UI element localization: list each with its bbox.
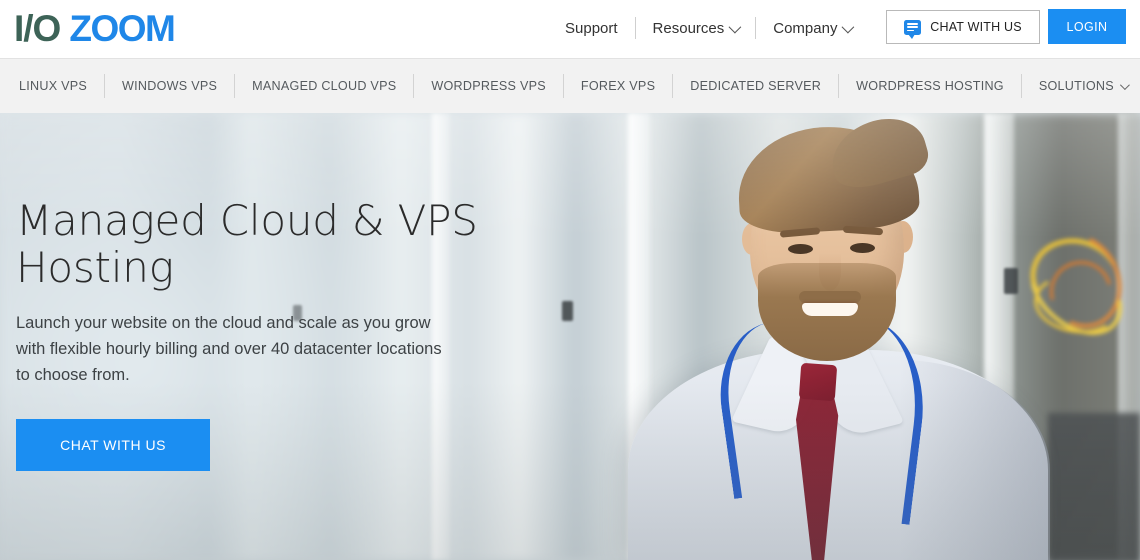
hero-chat-with-us-button[interactable]: CHAT WITH US [16, 419, 210, 471]
chevron-down-icon [842, 20, 855, 33]
chat-bubble-icon [904, 19, 922, 39]
chat-with-us-button[interactable]: CHAT WITH US [886, 10, 1040, 44]
subnav-item-linux-vps-label: LINUX VPS [19, 79, 88, 93]
nav-item-company[interactable]: Company [756, 20, 868, 37]
nav-item-company-label: Company [773, 19, 838, 37]
subnav-item-forex-vps[interactable]: FOREX VPS [564, 79, 672, 93]
chat-with-us-label: CHAT WITH US [930, 20, 1022, 34]
logo-text-zoom: ZOOM [69, 8, 175, 49]
nav-item-resources-label: Resources [652, 19, 725, 37]
subnav-item-solutions-label: SOLUTIONS [1038, 79, 1114, 93]
hero-title: Managed Cloud & VPS Hosting [16, 197, 486, 291]
chevron-down-icon [1119, 79, 1130, 90]
login-button[interactable]: LOGIN [1048, 9, 1126, 44]
subnav-item-dedicated-server[interactable]: DEDICATED SERVER [673, 79, 838, 93]
nav-item-resources[interactable]: Resources [636, 20, 756, 37]
subnav-item-wordpress-vps[interactable]: WORDPRESS VPS [414, 79, 563, 93]
secondary-nav: LINUX VPS WINDOWS VPS MANAGED CLOUD VPS … [0, 58, 1140, 113]
nav-item-support-label: Support [565, 19, 618, 37]
hero-section: Managed Cloud & VPS Hosting Launch your … [0, 113, 1140, 560]
subnav-item-windows-vps-label: WINDOWS VPS [122, 79, 218, 93]
chevron-down-icon [728, 20, 742, 33]
hero-subtitle: Launch your website on the cloud and sca… [16, 314, 442, 384]
subnav-item-windows-vps[interactable]: WINDOWS VPS [105, 79, 234, 93]
subnav-item-forex-vps-label: FOREX VPS [580, 79, 656, 93]
subnav-item-wordpress-vps-label: WORDPRESS VPS [431, 79, 546, 93]
subnav-item-managed-cloud-vps[interactable]: MANAGED CLOUD VPS [235, 79, 413, 93]
subnav-item-managed-cloud-vps-label: MANAGED CLOUD VPS [252, 79, 397, 93]
nav-item-support[interactable]: Support [548, 20, 635, 37]
subnav-item-solutions[interactable]: SOLUTIONS [1022, 79, 1140, 93]
subnav-item-linux-vps[interactable]: LINUX VPS [2, 79, 104, 93]
hero-title-line1: Managed Cloud & VPS [16, 196, 478, 245]
hero-copy: Managed Cloud & VPS Hosting Launch your … [16, 197, 486, 471]
subnav-item-wordpress-hosting[interactable]: WORDPRESS HOSTING [839, 79, 1021, 93]
subnav-item-dedicated-server-label: DEDICATED SERVER [690, 79, 822, 93]
hero-title-line2: Hosting [16, 243, 174, 292]
top-header: I/O ZOOM Support Resources Company CHAT … [0, 0, 1140, 58]
subnav-item-wordpress-hosting-label: WORDPRESS HOSTING [856, 79, 1004, 93]
primary-nav: Support Resources Company [548, 11, 868, 45]
site-logo[interactable]: I/O ZOOM [14, 8, 176, 50]
logo-text-io: I/O [14, 8, 61, 49]
